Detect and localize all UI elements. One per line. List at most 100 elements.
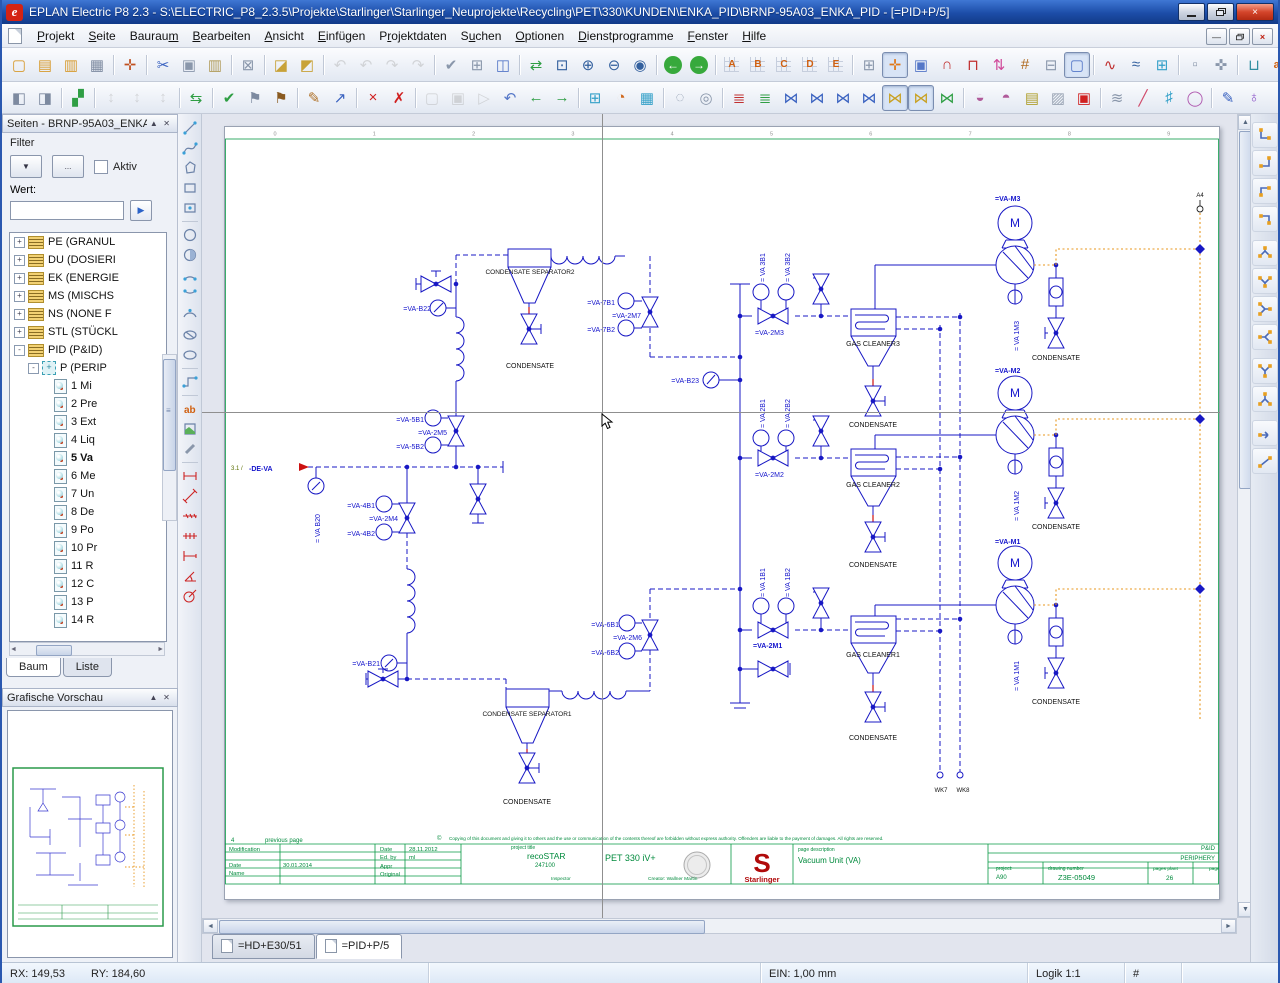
connector-arrow-right-icon[interactable]	[1252, 420, 1278, 446]
expand-icon[interactable]: +	[14, 237, 25, 248]
menu-optionen[interactable]: Optionen	[508, 26, 571, 46]
tool-dim-radius-icon[interactable]	[180, 586, 200, 606]
menu-seite[interactable]: Seite	[81, 26, 122, 46]
toolbar-icon-value-box[interactable]: ⊟	[1038, 52, 1064, 78]
scroll-left-icon[interactable]: ◄	[203, 919, 218, 933]
toolbar-icon-signal-tracking[interactable]: ≈	[1123, 52, 1149, 78]
drawing-horizontal-scrollbar[interactable]: ◄ ►	[202, 918, 1237, 934]
tool-rect-handle-icon[interactable]	[180, 198, 200, 218]
tool-dim-angle-icon[interactable]	[180, 566, 200, 586]
toolbar-icon-grid-e[interactable]: E	[823, 52, 849, 78]
aktiv-checkbox[interactable]	[94, 160, 108, 174]
tool-circle-icon[interactable]	[180, 225, 200, 245]
tree-item-stl-st-ckl[interactable]: +STL (STÜCKL	[10, 323, 166, 341]
toolbar-icon-grid-d[interactable]: D	[797, 52, 823, 78]
scroll-left-icon[interactable]: ◄	[10, 646, 17, 653]
connector-corner-nw-icon[interactable]	[1252, 206, 1278, 232]
panel-close-icon[interactable]: ✕	[160, 119, 173, 128]
tool-ellipse-icon[interactable]	[180, 345, 200, 365]
drawing-sheet[interactable]: =VA-7B1=VA-2M7=VA-7B2=VA-B23=VA-B22=VA-5…	[224, 126, 1220, 900]
toolbar-icon-device-clock[interactable]: ◔	[608, 85, 634, 111]
toolbar-icon-insert-table[interactable]: ⊞	[464, 52, 490, 78]
connector-corner-ne-icon[interactable]	[1252, 178, 1278, 204]
toolbar-icon-nav-back[interactable]: ←	[660, 52, 686, 78]
toolbar-icon-snap-to-grid[interactable]: ✛	[882, 52, 908, 78]
tool-line-icon[interactable]	[180, 118, 200, 138]
toolbar-icon-delete-selection[interactable]: ⊠	[235, 52, 261, 78]
restore-button[interactable]	[1207, 3, 1234, 21]
scroll-right-icon[interactable]: ►	[1221, 919, 1236, 933]
mdi-document-icon[interactable]	[8, 28, 22, 44]
tool-pipe-icon[interactable]	[180, 439, 200, 459]
tree-item-3-ext[interactable]: 3 Ext	[10, 413, 166, 431]
toolbar-icon-settings-wrench[interactable]: ✛	[117, 52, 143, 78]
expand-icon[interactable]: +	[14, 273, 25, 284]
toolbar-icon-valve-symbol-2[interactable]: ⋈	[804, 85, 830, 111]
mdi-minimize-button[interactable]: —	[1206, 28, 1227, 45]
tree-item-pe-granul[interactable]: +PE (GRANUL	[10, 233, 166, 251]
expand-icon[interactable]: +	[14, 291, 25, 302]
toolbar-icon-flag[interactable]: ⚑	[268, 85, 294, 111]
tree-vertical-scrollbar[interactable]	[162, 354, 177, 521]
scroll-right-icon[interactable]: ►	[157, 646, 164, 653]
tree-item-4-liq[interactable]: 4 Liq	[10, 431, 166, 449]
toolbar-icon-pile-gray[interactable]: ≋	[1104, 85, 1130, 111]
toolbar-icon-numbering-123[interactable]: #	[1012, 52, 1038, 78]
toolbar-icon-gauge-1[interactable]: ◒	[967, 85, 993, 111]
toolbar-icon-device-dialog[interactable]: ◫	[490, 52, 516, 78]
toolbar-icon-slash-red[interactable]: ╱	[1130, 85, 1156, 111]
tab-liste[interactable]: Liste	[63, 658, 112, 677]
tool-dim-continued-icon[interactable]	[180, 526, 200, 546]
tree-item-9-po[interactable]: 9 Po	[10, 521, 166, 539]
toolbar-icon-fence-blue[interactable]: ♯	[1156, 85, 1182, 111]
toolbar-icon-hatch-pattern[interactable]: ▨	[1045, 85, 1071, 111]
connector-branch-right-icon[interactable]	[1252, 296, 1278, 322]
toolbar-icon-find-text-ab[interactable]: ab	[1267, 52, 1280, 78]
wert-apply-button[interactable]: ▶	[130, 200, 152, 221]
menu-bearbeiten[interactable]: Bearbeiten	[185, 26, 257, 46]
tree-item-10-pr[interactable]: 10 Pr	[10, 539, 166, 557]
toolbar-icon-format-paint[interactable]: ◪	[268, 52, 294, 78]
pages-tree[interactable]: +PE (GRANUL+DU (DOSIERI+EK (ENERGIE+MS (…	[9, 232, 167, 642]
tool-arc-top-icon[interactable]	[180, 265, 200, 285]
toolbar-icon-gauge-2[interactable]: ◓	[993, 85, 1019, 111]
toolbar-icon-paste[interactable]: ▥	[202, 52, 228, 78]
tree-item-1-mi[interactable]: 1 Mi	[10, 377, 166, 395]
tree-item-13-p[interactable]: 13 P	[10, 593, 166, 611]
tree-item-8-de[interactable]: 8 De	[10, 503, 166, 521]
toolbar-icon-design-frame[interactable]: ▣	[908, 52, 934, 78]
panel-collapse-icon[interactable]: ▲	[147, 119, 160, 128]
connector-double-in-icon[interactable]	[1252, 358, 1278, 384]
toolbar-icon-goto-blue[interactable]: ↗	[327, 85, 353, 111]
menu-projektdaten[interactable]: Projektdaten	[372, 26, 453, 46]
filter-dropdown-button[interactable]: ▼	[10, 155, 42, 178]
tool-dim-chain-icon[interactable]	[180, 506, 200, 526]
toolbar-icon-print[interactable]: ▦	[84, 52, 110, 78]
toolbar-icon-format-assign[interactable]: ◩	[294, 52, 320, 78]
toolbar-icon-zoom-100[interactable]: ◉	[627, 52, 653, 78]
connector-branch-up-icon[interactable]	[1252, 240, 1278, 266]
toolbar-icon-grid-blue[interactable]: ⊞	[1149, 52, 1175, 78]
toolbar-icon-copy[interactable]: ▣	[176, 52, 202, 78]
menu-einfügen[interactable]: Einfügen	[311, 26, 372, 46]
page-tab--pid-p-5[interactable]: =PID+P/5	[316, 934, 403, 959]
tool-ellipse-seg-icon[interactable]	[180, 325, 200, 345]
tool-arc-bottom-icon[interactable]	[180, 285, 200, 305]
toolbar-icon-check-shield[interactable]: ✔	[216, 85, 242, 111]
toolbar-icon-region-red[interactable]: ▣	[1071, 85, 1097, 111]
expand-icon[interactable]: +	[14, 309, 25, 320]
tool-image-icon[interactable]	[180, 419, 200, 439]
toolbar-icon-page-back[interactable]: ←	[523, 85, 549, 111]
menu-projekt[interactable]: Projekt	[30, 26, 81, 46]
menu-ansicht[interactable]: Ansicht	[258, 26, 311, 46]
tree-item-6-me[interactable]: 6 Me	[10, 467, 166, 485]
toolbar-icon-grid-c[interactable]: C	[771, 52, 797, 78]
toolbar-icon-object-snap[interactable]: ∩	[934, 52, 960, 78]
mdi-close-button[interactable]: ×	[1252, 28, 1273, 45]
toolbar-icon-angle-snap[interactable]: ⊓	[960, 52, 986, 78]
close-button[interactable]: ×	[1236, 3, 1274, 21]
minimize-button[interactable]	[1178, 3, 1205, 21]
mdi-restore-button[interactable]	[1229, 28, 1250, 45]
filter-more-button[interactable]: ...	[52, 155, 84, 178]
toolbar-icon-anchor-purple[interactable]: ♁	[1241, 85, 1267, 111]
